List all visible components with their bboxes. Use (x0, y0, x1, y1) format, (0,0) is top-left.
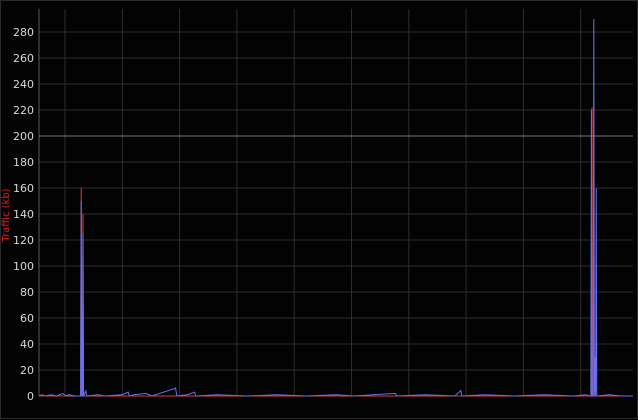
series-group (38, 18, 633, 397)
y-tick-label: 100 (13, 260, 34, 273)
y-tick-label: 140 (13, 208, 34, 221)
y-axis-tick-labels: 0 20 40 60 80 100 120 140 160 180 200 220 240 260 280 (13, 26, 34, 403)
y-tick-label: 240 (13, 78, 34, 91)
y-tick-label: 60 (20, 312, 34, 325)
chart-area: 0 20 40 60 80 100 120 140 160 180 200 220 240 260 280 … (0, 0, 638, 419)
y-tick-label: 280 (13, 26, 34, 39)
y-tick-label: 40 (20, 338, 34, 351)
series-blue-line (38, 18, 633, 397)
y-tick-label: 220 (13, 104, 34, 117)
y-tick-label: 80 (20, 286, 34, 299)
y-tick-label: 160 (13, 182, 34, 195)
y-tick-label: 20 (20, 364, 34, 377)
y-tick-label: 180 (13, 156, 34, 169)
y-tick-label: 200 (13, 130, 34, 143)
y-tick-label: 0 (27, 390, 34, 403)
traffic-chart: 020406080100120140160180200220240260280 … (1, 9, 633, 403)
grid-lines (38, 9, 633, 397)
y-tick-label: 260 (13, 52, 34, 65)
y-axis-title: Traffic (kb) (1, 188, 12, 242)
series-red-line (39, 107, 633, 397)
y-tick-label: 120 (13, 234, 34, 247)
